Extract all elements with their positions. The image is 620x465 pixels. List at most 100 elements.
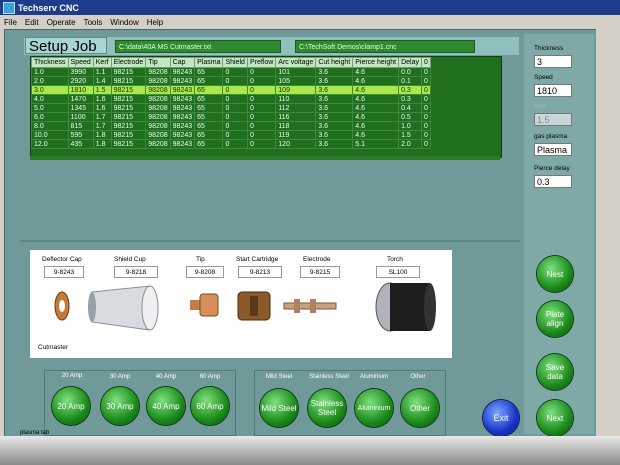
table-cell: 0	[421, 139, 431, 149]
table-row[interactable]: 1.0 3990 1.1 98215 98208 98243 65 0 0 101 3.6 4.6 0.…	[31, 67, 431, 77]
table-cell: 98208	[145, 85, 171, 95]
table-cell: 0	[421, 112, 431, 122]
table-cell: 1.6	[92, 103, 112, 113]
table-cell: 3.6	[315, 94, 354, 104]
table-cell: 0	[222, 67, 248, 77]
column-header[interactable]: Electrode	[110, 57, 147, 68]
table-cell: 1.6	[92, 94, 112, 104]
table-cell: 98215	[110, 94, 147, 104]
amp-60-button[interactable]: 60 Amp	[191, 387, 229, 425]
pierce-delay-field[interactable]: 0.3	[534, 175, 572, 188]
table-cell: 815	[67, 121, 94, 131]
menu-window[interactable]: Window	[106, 18, 142, 27]
column-header[interactable]: Pierce height	[352, 57, 400, 68]
speed-field[interactable]: 1810	[534, 84, 572, 97]
table-cell: 2920	[67, 76, 94, 86]
save-data-button[interactable]: Save data	[537, 354, 573, 390]
table-cell: 98208	[145, 76, 171, 86]
table-cell: 595	[67, 130, 94, 140]
column-header[interactable]: Preflow	[246, 57, 277, 68]
table-cell: 0	[246, 112, 277, 122]
cutfile-path-field[interactable]: C:\data\40A MS Cutmaster.txt	[115, 40, 281, 53]
other-material-button[interactable]: Other	[401, 389, 439, 427]
plate-align-button[interactable]: Plate align	[537, 301, 573, 337]
table-row[interactable]: 12.0 435 1.8 98215 98208 98243 65 0 0 120 3.6 5.1 2.…	[31, 139, 431, 149]
menu-tools[interactable]: Tools	[80, 18, 107, 27]
table-row[interactable]: 3.0 1810 1.5 98215 98208 98243 65 0 0 109 3.6 4.6 0.…	[31, 85, 431, 95]
table-cell: 1.1	[92, 67, 112, 77]
thickness-field[interactable]: 3	[534, 55, 572, 68]
table-cell: 118	[275, 121, 317, 131]
column-header[interactable]: Delay	[398, 57, 422, 68]
column-header[interactable]: 0	[421, 57, 431, 68]
column-header[interactable]: Thickness	[31, 57, 69, 68]
table-cell: 0	[421, 67, 431, 77]
column-header[interactable]: Arc voltage	[275, 57, 317, 68]
column-header[interactable]: Speed	[67, 57, 94, 68]
table-cell: 4.6	[352, 112, 400, 122]
amp-label-20: 20 Amp	[61, 373, 83, 379]
menu-file[interactable]: File	[0, 18, 21, 27]
table-cell: 4.6	[352, 121, 400, 131]
amp-40-button[interactable]: 40 Amp	[147, 387, 185, 425]
amp-30-button[interactable]: 30 Amp	[101, 387, 139, 425]
divider	[20, 240, 520, 242]
menu-help[interactable]: Help	[143, 18, 167, 27]
table-row[interactable]: 10.0 595 1.8 98215 98208 98243 65 0 0 119 3.6 4.6 1.…	[31, 130, 431, 140]
amp-label-40: 40 Amp	[155, 374, 177, 380]
table-cell: 65	[194, 103, 224, 113]
gas-field[interactable]: Plasma	[534, 143, 572, 156]
table-footer	[30, 156, 500, 160]
table-cell: 0	[222, 139, 248, 149]
table-cell: 98215	[110, 112, 147, 122]
table-row[interactable]: 5.0 1345 1.6 98215 98208 98243 65 0 0 112 3.6 4.6 0.…	[31, 103, 431, 113]
kerf-label: Kerf	[534, 103, 546, 110]
table-cell: 0	[222, 121, 248, 131]
table-cell: 98208	[145, 139, 171, 149]
table-cell: 4.6	[352, 130, 400, 140]
column-header[interactable]: Kerf	[92, 57, 112, 68]
table-cell: 1.4	[92, 76, 112, 86]
column-header[interactable]: Shield	[222, 57, 248, 68]
table-cell: 4.6	[352, 85, 400, 95]
table-cell: 3.6	[315, 121, 354, 131]
table-cell: 0.3	[398, 94, 422, 104]
table-cell: 0.5	[398, 112, 422, 122]
aluminium-button[interactable]: Aluminium	[355, 389, 393, 427]
stainless-steel-button[interactable]: Stainless Steel	[308, 389, 346, 427]
table-cell: 98243	[169, 121, 196, 131]
table-cell: 3.6	[315, 112, 354, 122]
table-cell: 98215	[110, 76, 147, 86]
table-cell: 0	[421, 130, 431, 140]
table-cell: 0	[222, 76, 248, 86]
menu-operate[interactable]: Operate	[43, 18, 80, 27]
cut-chart-table[interactable]: Thickness Speed Kerf Electrode Tip Cap Plasma S…	[30, 56, 502, 158]
table-cell: 65	[194, 67, 224, 77]
mild-steel-button[interactable]: Mild Steel	[260, 389, 298, 427]
cncfile-path-field[interactable]: C:\TechSoft Demos\clamp1.cnc	[295, 40, 475, 53]
nest-button[interactable]: Nest	[537, 256, 573, 292]
table-cell: 98208	[145, 121, 171, 131]
column-header[interactable]: Cut height	[315, 57, 354, 68]
table-row[interactable]: 6.0 1100 1.7 98215 98208 98243 65 0 0 116 3.6 4.6 0.…	[31, 112, 431, 122]
column-header[interactable]: Cap	[169, 57, 196, 68]
table-row[interactable]: 8.0 815 1.7 98215 98208 98243 65 0 0 118 3.6 4.6 1.0…	[31, 121, 431, 131]
table-cell: 0	[222, 103, 248, 113]
material-label-aluminium: Aluminium	[359, 374, 388, 380]
table-cell: 0	[222, 94, 248, 104]
column-header[interactable]: Tip	[145, 57, 171, 68]
table-cell: 65	[194, 139, 224, 149]
table-cell: 105	[275, 76, 317, 86]
exit-button[interactable]: Exit	[483, 400, 519, 436]
table-row[interactable]: 4.0 1470 1.6 98215 98208 98243 65 0 0 110 3.6 4.6 0.…	[31, 94, 431, 104]
table-cell: 112	[275, 103, 317, 113]
desktop-bottom	[0, 436, 620, 465]
material-label-mild: Mild Steel	[265, 374, 293, 380]
table-cell: 0	[421, 76, 431, 86]
table-cell: 2.0	[398, 139, 422, 149]
amp-20-button[interactable]: 20 Amp	[52, 387, 90, 425]
next-button[interactable]: Next	[537, 400, 573, 436]
column-header[interactable]: Plasma	[194, 57, 224, 68]
menu-edit[interactable]: Edit	[21, 18, 43, 27]
table-row[interactable]: 2.0 2920 1.4 98215 98208 98243 65 0 0 105 3.6 4.6 0.…	[31, 76, 431, 86]
